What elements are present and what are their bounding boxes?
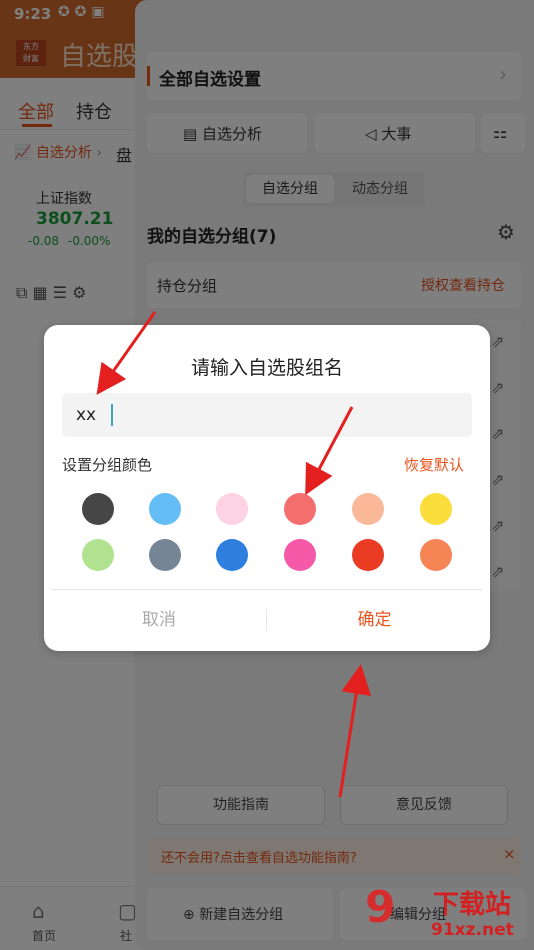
restore-default-link[interactable]: 恢复默认 — [404, 454, 464, 475]
color-swatch[interactable] — [216, 493, 248, 525]
cancel-button[interactable]: 取消 — [52, 589, 266, 651]
watermark-brand: 下载站 — [433, 890, 512, 920]
group-name-dialog: 请输入自选股组名 xx 设置分组颜色 恢复默认 取消 确定 — [44, 325, 490, 651]
watermark-logo: 9 — [365, 882, 396, 933]
color-swatch[interactable] — [284, 493, 316, 525]
color-swatch[interactable] — [149, 493, 181, 525]
confirm-button[interactable]: 确定 — [267, 589, 482, 651]
color-swatch[interactable] — [149, 539, 181, 571]
color-swatch[interactable] — [284, 539, 316, 571]
color-swatch[interactable] — [420, 493, 452, 525]
color-swatch[interactable] — [82, 493, 114, 525]
text-cursor — [111, 404, 113, 426]
color-swatch[interactable] — [352, 539, 384, 571]
color-swatch[interactable] — [216, 539, 248, 571]
color-label: 设置分组颜色 — [62, 456, 153, 474]
color-swatch[interactable] — [82, 539, 114, 571]
group-name-value: xx — [76, 405, 97, 425]
site-watermark: 9 下载站 91xz.net — [365, 882, 530, 946]
color-swatch[interactable] — [420, 539, 452, 571]
dialog-title: 请输入自选股组名 — [190, 357, 343, 379]
color-swatch[interactable] — [352, 493, 384, 525]
watermark-url: 91xz.net — [431, 920, 514, 940]
group-name-input[interactable]: xx — [62, 393, 472, 437]
